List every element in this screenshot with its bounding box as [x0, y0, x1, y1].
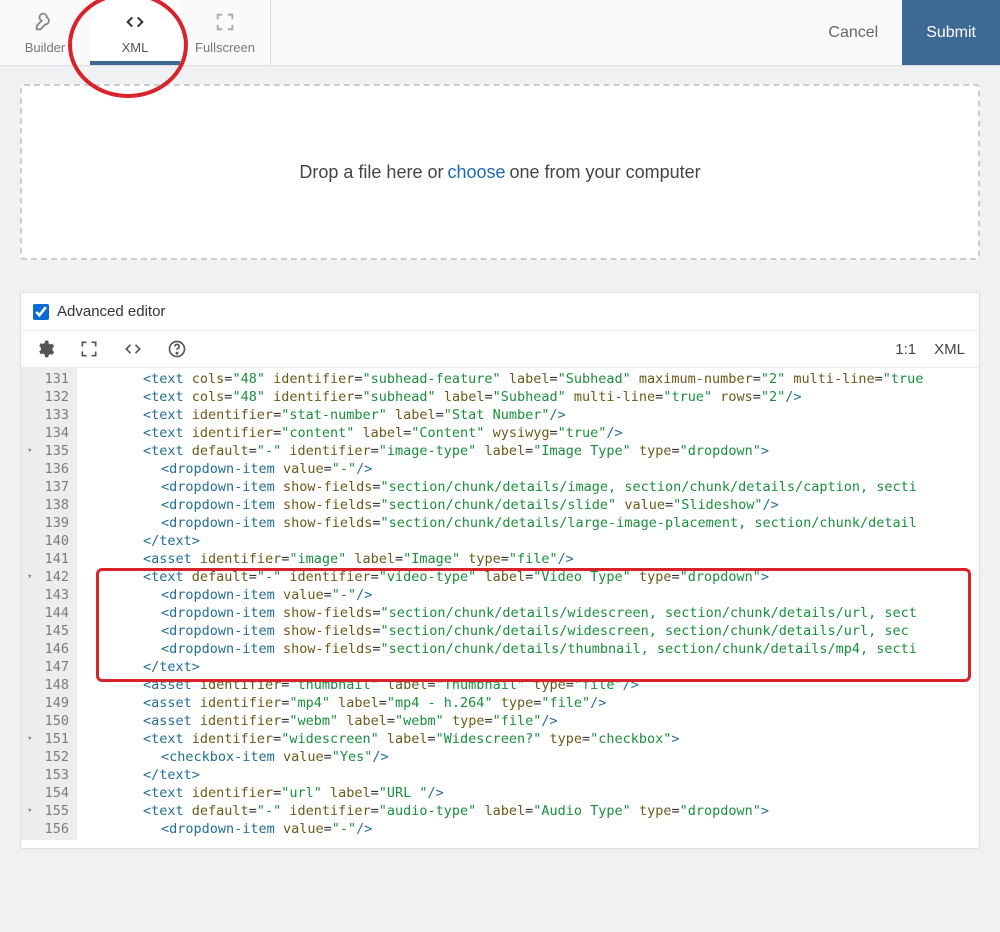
code-line[interactable]: <dropdown-item value="-"/> [83, 586, 979, 604]
advanced-editor-checkbox[interactable] [33, 304, 49, 320]
code-line[interactable]: <text identifier="content" label="Conten… [83, 424, 979, 442]
topbar: Builder XML Fullscreen Cancel Submit [0, 0, 1000, 66]
page-content: Drop a file here or choose one from your… [0, 66, 1000, 849]
tab-fullscreen[interactable]: Fullscreen [180, 0, 270, 65]
code-line[interactable]: <text default="-" identifier="audio-type… [83, 802, 979, 820]
code-line[interactable]: </text> [83, 532, 979, 550]
code-line[interactable]: <asset identifier="webm" label="webm" ty… [83, 712, 979, 730]
tab-fullscreen-label: Fullscreen [195, 40, 255, 55]
code-line[interactable]: <dropdown-item show-fields="section/chun… [83, 604, 979, 622]
code-line[interactable]: <asset identifier="image" label="Image" … [83, 550, 979, 568]
line-gutter: 1311321331341351361371381391401411421431… [21, 368, 77, 840]
editor-toolbar: 1:1 XML [21, 331, 979, 368]
code-line[interactable]: <text default="-" identifier="image-type… [83, 442, 979, 460]
code-line[interactable]: <dropdown-item show-fields="section/chun… [83, 496, 979, 514]
code-editor[interactable]: 1311321331341351361371381391401411421431… [21, 368, 979, 848]
tab-xml-label: XML [122, 40, 149, 55]
code-line[interactable]: <text default="-" identifier="video-type… [83, 568, 979, 586]
code-line[interactable]: </text> [83, 766, 979, 784]
expand-icon[interactable] [79, 339, 99, 359]
choose-file-link[interactable]: choose [447, 162, 505, 183]
gear-icon[interactable] [35, 339, 55, 359]
code-icon [124, 11, 146, 36]
code-line[interactable]: <text identifier="widescreen" label="Wid… [83, 730, 979, 748]
cancel-button[interactable]: Cancel [804, 0, 902, 65]
code-line[interactable]: <dropdown-item value="-"/> [83, 460, 979, 478]
file-dropzone[interactable]: Drop a file here or choose one from your… [20, 84, 980, 260]
code-line[interactable]: </text> [83, 658, 979, 676]
panel-title: Advanced editor [57, 303, 165, 320]
code-line[interactable]: <checkbox-item value="Yes"/> [83, 748, 979, 766]
editor-cursor-position: 1:1 [895, 341, 916, 358]
dropzone-text-after: one from your computer [510, 162, 701, 183]
editor-language: XML [934, 341, 965, 358]
code-line[interactable]: <asset identifier="mp4" label="mp4 - h.2… [83, 694, 979, 712]
code-area[interactable]: <text cols="48" identifier="subhead-feat… [77, 368, 979, 840]
code-line[interactable]: <dropdown-item show-fields="section/chun… [83, 640, 979, 658]
code-line[interactable]: <text identifier="url" label="URL "/> [83, 784, 979, 802]
fullscreen-icon [214, 11, 236, 36]
tab-xml[interactable]: XML [90, 0, 180, 65]
wrench-icon [34, 11, 56, 36]
code-line[interactable]: <asset identifier="thumbnail" label="Thu… [83, 676, 979, 694]
tab-builder-label: Builder [25, 40, 65, 55]
code-toggle-icon[interactable] [123, 339, 143, 359]
code-line[interactable]: <dropdown-item show-fields="section/chun… [83, 514, 979, 532]
code-line[interactable]: <dropdown-item show-fields="section/chun… [83, 478, 979, 496]
tab-builder[interactable]: Builder [0, 0, 90, 65]
code-line[interactable]: <text cols="48" identifier="subhead-feat… [83, 370, 979, 388]
panel-header: Advanced editor [21, 293, 979, 331]
code-line[interactable]: <text cols="48" identifier="subhead" lab… [83, 388, 979, 406]
dropzone-text-before: Drop a file here or [299, 162, 443, 183]
tab-group: Builder XML Fullscreen [0, 0, 271, 65]
help-icon[interactable] [167, 339, 187, 359]
advanced-editor-panel: Advanced editor 1:1 XML 1311321331341351… [20, 292, 980, 849]
submit-button[interactable]: Submit [902, 0, 1000, 65]
code-line[interactable]: <dropdown-item show-fields="section/chun… [83, 622, 979, 640]
code-line[interactable]: <dropdown-item value="-"/> [83, 820, 979, 838]
code-line[interactable]: <text identifier="stat-number" label="St… [83, 406, 979, 424]
